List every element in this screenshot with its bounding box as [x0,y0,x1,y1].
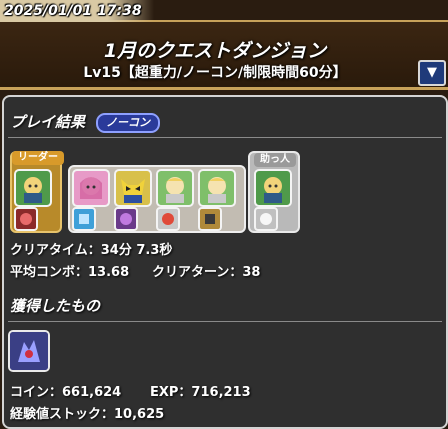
result-panel: プレイ結果 ノーコン リーダー 助っ人 クリアタイム：34分 7.3秒 平均コン… [2,95,448,429]
pink-hair-girl-icon[interactable] [72,169,110,207]
blonde-knight-icon[interactable] [156,169,194,207]
assist-icon[interactable] [254,207,278,231]
golden-hair-warrior-icon[interactable] [14,169,52,207]
dungeon-subtitle: Lv15【超重力/ノーコン/制限時間60分】 [83,65,347,81]
dungeon-banner: 1月のクエストダンジョン Lv15【超重力/ノーコン/制限時間60分】 ▼ [0,20,448,90]
result-title: プレイ結果 [10,113,86,131]
assist-icon[interactable] [14,207,38,231]
chevron-down-icon: ▼ [427,65,437,80]
timestamp: 2025/01/01 17:38 [0,0,154,22]
rewards-title: 獲得したもの [10,297,101,315]
clear-turns: クリアターン：38 [152,265,261,280]
coins-earned: コイン：661,624 [10,385,122,400]
dark-dragon-card-icon[interactable] [8,330,50,372]
leader-label: リーダー [12,151,64,165]
divider [8,321,442,322]
helper-label: 助っ人 [254,153,296,167]
assist-icon[interactable] [72,207,96,231]
dungeon-title: 1月のクエストダンジョン [103,40,327,62]
exp-earned: EXP：716,213 [150,385,251,400]
assist-icon[interactable] [156,207,180,231]
no-continue-badge: ノーコン [96,113,160,133]
assist-icon[interactable] [114,207,138,231]
average-combo: 平均コンボ：13.68 [10,265,130,280]
yellow-mask-hero-icon[interactable] [114,169,152,207]
clear-time: クリアタイム：34分 7.3秒 [10,243,173,258]
collapse-button[interactable]: ▼ [418,60,446,86]
blonde-knight-icon[interactable] [198,169,236,207]
divider [8,137,442,138]
assist-icon[interactable] [198,207,222,231]
golden-hair-warrior-icon[interactable] [254,169,292,207]
exp-stock: 経験値ストック：10,625 [10,407,165,422]
